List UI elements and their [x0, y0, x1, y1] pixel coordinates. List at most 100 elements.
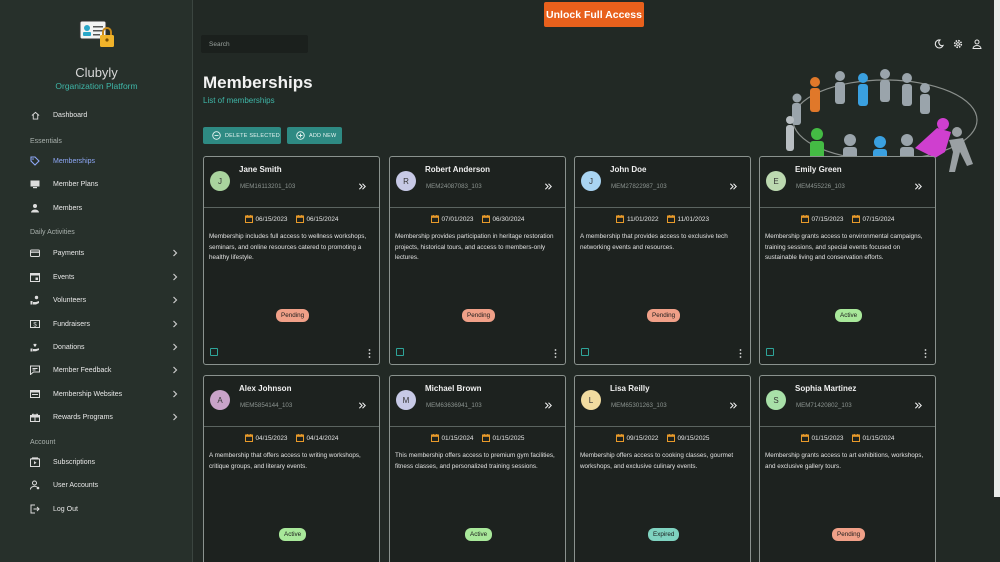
start-date: 07/01/2023 — [441, 215, 474, 223]
event-icon — [30, 272, 40, 282]
more-options-icon[interactable] — [739, 349, 742, 358]
calendar-icon — [851, 215, 860, 223]
start-date: 06/15/2023 — [255, 215, 288, 223]
membership-card[interactable]: J Jane Smith MEM16113201_103 06/15/2023 06/1… — [203, 156, 380, 365]
double-chevron-right-icon[interactable] — [544, 401, 553, 410]
gear-icon[interactable] — [953, 39, 963, 49]
status-badge: Active — [835, 309, 863, 322]
sidebar-item-log-out[interactable]: Log Out — [30, 500, 186, 518]
membership-card[interactable]: L Lisa Reilly MEM65301263_103 09/15/2022 09/… — [574, 375, 751, 562]
sidebar-item-label: Events — [53, 273, 75, 281]
select-checkbox[interactable] — [210, 348, 218, 356]
sidebar-item-membership-websites[interactable]: Membership Websites — [30, 385, 186, 403]
member-name: Robert Anderson — [425, 165, 491, 174]
sidebar-item-member-plans[interactable]: Member Plans — [30, 175, 186, 193]
divider — [204, 426, 379, 427]
avatar: J — [210, 171, 230, 191]
search-input[interactable]: Search — [201, 35, 308, 53]
minus-circle-icon — [212, 131, 221, 140]
user-profile-icon[interactable] — [972, 39, 982, 49]
double-chevron-right-icon[interactable] — [914, 182, 923, 191]
section-title-essentials: Essentials — [30, 138, 62, 145]
sidebar-item-donations[interactable]: Donations — [30, 338, 186, 356]
end-date: 11/01/2023 — [677, 215, 710, 223]
double-chevron-right-icon[interactable] — [358, 182, 367, 191]
end-date: 06/30/2024 — [492, 215, 525, 223]
page-title: Memberships — [203, 73, 313, 92]
start-date: 11/01/2022 — [626, 215, 659, 223]
dark-mode-icon[interactable] — [934, 39, 944, 49]
membership-description: Membership grants access to art exhibiti… — [765, 452, 924, 470]
membership-card[interactable]: A Alex Johnson MEM5854144_103 04/15/2023 04/… — [203, 375, 380, 562]
double-chevron-right-icon[interactable] — [729, 401, 738, 410]
membership-description: Membership grants access to environmenta… — [765, 233, 923, 261]
double-chevron-right-icon[interactable] — [358, 401, 367, 410]
add-new-button[interactable]: ADD NEW — [287, 127, 342, 144]
sidebar-item-label: Log Out — [53, 505, 78, 513]
section-title-account: Account — [30, 439, 56, 446]
chevron-right-icon — [173, 366, 178, 374]
more-options-icon[interactable] — [924, 349, 927, 358]
avatar: R — [396, 171, 416, 191]
membership-card[interactable]: J John Doe MEM27822987_103 11/01/2022 11/01/… — [574, 156, 751, 365]
membership-card[interactable]: M Michael Brown MEM63636941_103 01/15/2024 0… — [389, 375, 566, 562]
sidebar-item-memberships[interactable]: Memberships — [30, 152, 186, 170]
sidebar-item-members[interactable]: Members — [30, 199, 186, 217]
plus-circle-icon — [296, 131, 305, 140]
membership-card[interactable]: S Sophia Martinez MEM71420802_103 01/15/202… — [759, 375, 936, 562]
membership-id: MEM65301263_103 — [611, 402, 667, 409]
date-range: 09/15/2022 09/15/2025 — [575, 434, 750, 442]
home-icon — [30, 110, 40, 120]
status-badge: Active — [465, 528, 493, 541]
person-icon — [30, 203, 40, 213]
status-badge: Pending — [462, 309, 496, 322]
membership-card[interactable]: E Emily Green MEM455226_103 07/15/2023 07/15… — [759, 156, 936, 365]
sidebar-item-label: Subscriptions — [53, 458, 96, 466]
sidebar-item-payments[interactable]: Payments — [30, 244, 186, 262]
double-chevron-right-icon[interactable] — [544, 182, 553, 191]
double-chevron-right-icon[interactable] — [729, 182, 738, 191]
sidebar-item-member-feedback[interactable]: Member Feedback — [30, 361, 186, 379]
member-name: Sophia Martinez — [795, 384, 857, 393]
sidebar-item-label: Fundraisers — [53, 320, 90, 328]
calendar-icon — [430, 215, 439, 223]
sidebar-item-user-accounts[interactable]: User Accounts — [30, 476, 186, 494]
more-options-icon[interactable] — [368, 349, 371, 358]
select-checkbox[interactable] — [581, 348, 589, 356]
date-range: 11/01/2022 11/01/2023 — [575, 215, 750, 223]
scrollbar[interactable] — [994, 0, 1000, 497]
start-date: 04/15/2023 — [255, 434, 288, 442]
unlock-full-access-button[interactable]: Unlock Full Access — [544, 2, 644, 27]
more-options-icon[interactable] — [554, 349, 557, 358]
sidebar-item-subscriptions[interactable]: Subscriptions — [30, 453, 186, 471]
select-checkbox[interactable] — [766, 348, 774, 356]
delete-selected-button[interactable]: DELETE SELECTED — [203, 127, 281, 144]
calendar-icon — [295, 215, 304, 223]
sidebar-item-rewards-programs[interactable]: Rewards Programs — [30, 408, 186, 426]
start-date: 09/15/2022 — [626, 434, 659, 442]
double-chevron-right-icon[interactable] — [914, 401, 923, 410]
calendar-icon — [244, 215, 253, 223]
start-date: 07/15/2023 — [811, 215, 844, 223]
sidebar-item-volunteers[interactable]: Volunteers — [30, 291, 186, 309]
page-subtitle: List of memberships — [203, 96, 275, 105]
membership-description: A membership that provides access to exc… — [580, 233, 728, 251]
divider — [390, 426, 565, 427]
sidebar-item-label: Members — [53, 204, 83, 212]
calendar-icon — [430, 434, 439, 442]
select-checkbox[interactable] — [396, 348, 404, 356]
membership-card[interactable]: R Robert Anderson MEM24087083_103 07/01/202… — [389, 156, 566, 365]
sidebar-item-label: Member Feedback — [53, 366, 112, 374]
membership-card-lock-logo — [79, 20, 114, 47]
avatar: J — [581, 171, 601, 191]
calendar-icon — [800, 434, 809, 442]
date-range: 04/15/2023 04/14/2024 — [204, 434, 379, 442]
sidebar-item-label: Rewards Programs — [53, 413, 113, 421]
brand-subtitle: Organization Platform — [55, 81, 138, 91]
membership-id: MEM16113201_103 — [240, 183, 296, 190]
calendar-icon — [666, 434, 675, 442]
sidebar-item-events[interactable]: Events — [30, 268, 186, 286]
sidebar-item-fundraisers[interactable]: $ Fundraisers — [30, 315, 186, 333]
volunteer-icon — [30, 295, 40, 305]
sidebar-item-dashboard[interactable]: Dashboard — [30, 106, 186, 124]
